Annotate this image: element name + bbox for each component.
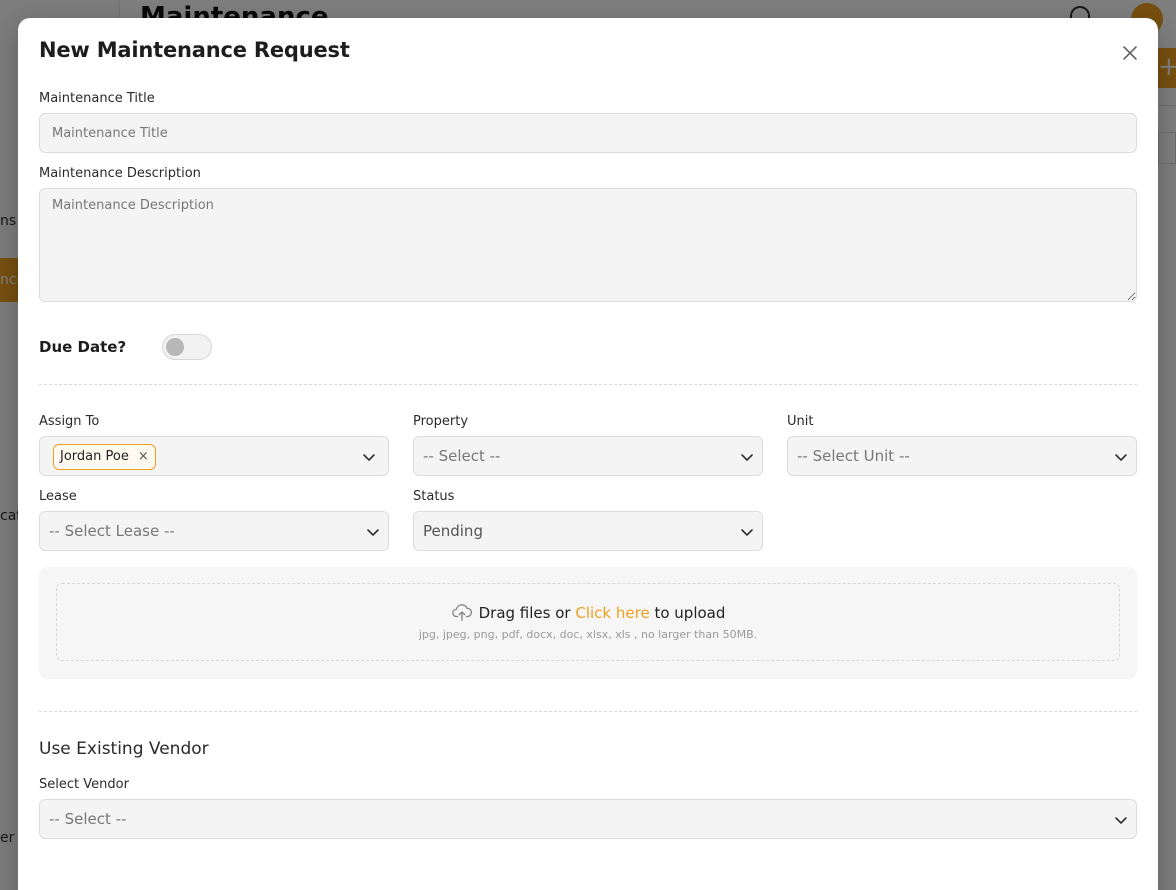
chevron-down-icon	[1113, 812, 1129, 828]
close-button[interactable]	[1120, 43, 1140, 63]
section-divider	[39, 711, 1137, 712]
maintenance-title-input[interactable]	[39, 113, 1137, 153]
lease-select[interactable]: -- Select Lease --	[39, 511, 389, 551]
maintenance-description-label: Maintenance Description	[39, 166, 201, 181]
vendor-section-heading: Use Existing Vendor	[39, 739, 209, 759]
status-select-value: Pending	[423, 522, 483, 540]
unit-select-placeholder: -- Select Unit --	[797, 447, 910, 465]
maintenance-description-textarea[interactable]	[39, 188, 1137, 302]
section-divider	[39, 384, 1137, 385]
chevron-down-icon	[739, 524, 755, 540]
due-date-toggle[interactable]	[162, 334, 212, 360]
property-select[interactable]: -- Select --	[413, 436, 763, 476]
unit-select[interactable]: -- Select Unit --	[787, 436, 1137, 476]
remove-assignee-button[interactable]: ×	[138, 445, 149, 469]
vendor-select-placeholder: -- Select --	[49, 810, 127, 828]
status-select[interactable]: Pending	[413, 511, 763, 551]
chevron-down-icon	[361, 449, 377, 465]
file-upload-area: Drag files or Click here to upload jpg, …	[39, 567, 1137, 679]
chevron-down-icon	[739, 449, 755, 465]
due-date-label: Due Date?	[39, 338, 127, 356]
lease-label: Lease	[39, 489, 77, 504]
file-dropzone[interactable]: Drag files or Click here to upload jpg, …	[56, 583, 1120, 661]
upload-file-types-hint: jpg, jpeg, png, pdf, docx, doc, xlsx, xl…	[418, 628, 758, 641]
assign-to-select[interactable]: Jordan Poe ×	[39, 436, 389, 476]
assign-to-label: Assign To	[39, 414, 100, 429]
vendor-select[interactable]: -- Select --	[39, 799, 1137, 839]
cloud-upload-icon	[451, 601, 473, 623]
chevron-down-icon	[1113, 449, 1129, 465]
status-label: Status	[413, 489, 455, 504]
close-icon	[1120, 43, 1140, 63]
maintenance-title-label: Maintenance Title	[39, 91, 155, 106]
upload-text-before: Drag files or	[478, 604, 571, 622]
maintenance-request-modal: New Maintenance Request Maintenance Titl…	[18, 18, 1158, 890]
upload-text-after: to upload	[654, 604, 726, 622]
upload-instruction: Drag files or Click here to upload	[57, 601, 1119, 623]
assignee-tag: Jordan Poe ×	[53, 444, 156, 470]
property-label: Property	[413, 414, 469, 429]
chevron-down-icon	[365, 524, 381, 540]
modal-title: New Maintenance Request	[39, 38, 350, 62]
upload-click-here-link[interactable]: Click here	[575, 604, 649, 622]
unit-label: Unit	[787, 414, 814, 429]
lease-select-placeholder: -- Select Lease --	[49, 522, 175, 540]
assignee-tag-label: Jordan Poe	[60, 449, 129, 464]
select-vendor-label: Select Vendor	[39, 777, 129, 792]
property-select-placeholder: -- Select --	[423, 447, 501, 465]
toggle-knob	[166, 338, 184, 356]
